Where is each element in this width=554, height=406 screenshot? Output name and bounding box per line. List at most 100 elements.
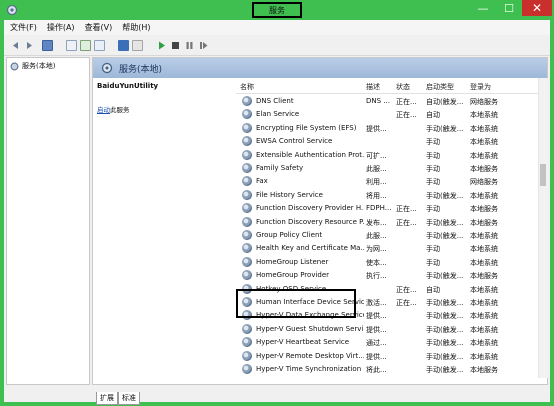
service-logon-as: 本地系统 — [470, 339, 498, 348]
menu-action[interactable]: 操作(A) — [47, 22, 75, 33]
start-service-icon[interactable] — [156, 40, 167, 51]
list-scrollbar[interactable] — [538, 78, 548, 378]
snapin-icon[interactable] — [132, 40, 143, 51]
service-gear-icon — [242, 203, 252, 214]
menu-file[interactable]: 文件(F) — [10, 22, 37, 33]
service-description: FDPH... — [366, 204, 392, 213]
service-logon-as: 本地系统 — [470, 285, 498, 294]
description-pane: BaiduYunUtility 启动此服务 — [93, 78, 229, 378]
column-header-startup-type[interactable]: 启动类型 — [426, 82, 468, 92]
tree-item-label: 服务(本地) — [22, 62, 56, 70]
menu-view[interactable]: 查看(V) — [85, 22, 113, 33]
service-status: 正在... — [396, 98, 417, 106]
column-header-logon-as[interactable]: 登录为 — [470, 82, 520, 92]
table-row[interactable]: Health Key and Certificate Ma... 为网... 手动 本… — [236, 241, 538, 254]
maximize-button[interactable]: ☐ — [498, 0, 520, 16]
service-name: Hyper-V Heartbeat Service — [256, 338, 350, 347]
service-gear-icon — [242, 189, 252, 200]
service-startup-type: 手动 — [426, 165, 440, 173]
table-row[interactable]: Elan Service 正在... 自动 本地系统 — [236, 107, 538, 120]
service-gear-icon — [242, 216, 252, 227]
table-row[interactable]: Function Discovery Provider H... FDPH... 正… — [236, 201, 538, 214]
table-row[interactable]: Hyper-V Guest Shutdown Servi... 提供... 手动(触… — [236, 322, 538, 335]
minimize-button[interactable]: — — [472, 0, 494, 16]
stop-service-icon[interactable] — [170, 40, 181, 51]
start-service-link[interactable]: 启动 — [97, 106, 110, 114]
service-startup-type: 手动(触发... — [426, 218, 464, 227]
service-logon-as: 本地系统 — [470, 245, 498, 254]
service-startup-type: 手动(触发... — [426, 272, 464, 281]
table-row[interactable]: HomeGroup Provider 执行... 手动(触发... 本地服务 — [236, 268, 538, 281]
service-status: 正在... — [396, 111, 417, 120]
table-row[interactable]: File History Service 将用... 手动(触发... 本地系统 — [236, 188, 538, 201]
service-description: 可扩... — [366, 151, 387, 160]
service-description: 提供... — [366, 312, 387, 321]
tab-extended[interactable]: 扩展 — [96, 392, 118, 405]
service-action-line: 启动此服务 — [97, 104, 130, 114]
menu-help[interactable]: 帮助(H) — [122, 22, 150, 33]
properties-icon[interactable] — [66, 40, 77, 51]
service-logon-as: 网络服务 — [470, 98, 498, 106]
service-status: 正在... — [396, 285, 417, 294]
service-gear-icon — [242, 136, 252, 147]
service-name: EWSA Control Service — [256, 137, 333, 146]
service-name: Group Policy Client — [256, 231, 323, 239]
service-logon-as: 本地服务 — [470, 218, 498, 227]
help-icon[interactable] — [118, 40, 129, 51]
table-row[interactable]: Group Policy Client 此服... 手动(触发... 本地系统 — [236, 228, 538, 241]
forward-arrow-icon[interactable] — [24, 40, 35, 51]
table-row[interactable]: Function Discovery Resource P... 发布... 正在.… — [236, 215, 538, 228]
console-tree-icon[interactable] — [42, 40, 53, 51]
pause-service-icon[interactable] — [184, 40, 195, 51]
homegroup-highlight-box — [236, 289, 356, 318]
service-startup-type: 手动(触发... — [426, 124, 464, 133]
service-description: 发布... — [366, 218, 387, 227]
column-header-status[interactable]: 状态 — [396, 82, 422, 92]
service-startup-type: 手动(触发... — [426, 299, 464, 307]
service-startup-type: 手动 — [426, 245, 440, 254]
service-startup-type: 手动 — [426, 258, 440, 267]
service-logon-as: 本地系统 — [470, 258, 498, 267]
service-gear-icon — [242, 270, 252, 281]
service-startup-type: 手动 — [426, 151, 440, 160]
services-app-icon — [6, 4, 18, 16]
service-logon-as: 本地系统 — [470, 138, 498, 147]
table-row[interactable]: Family Safety 此服... 手动 本地服务 — [236, 161, 538, 174]
table-row[interactable]: HomeGroup Listener 使本... 手动 本地系统 — [236, 255, 538, 268]
close-button[interactable]: ✕ — [522, 0, 552, 16]
service-name: Function Discovery Resource P... — [256, 217, 364, 226]
column-header-description[interactable]: 描述 — [366, 82, 392, 92]
service-name: Hyper-V Guest Shutdown Servi... — [256, 324, 364, 333]
service-gear-icon — [242, 243, 252, 254]
column-header-name[interactable]: 名称 — [240, 82, 362, 92]
service-name: Elan Service — [256, 110, 300, 119]
service-description: 激活... — [366, 299, 387, 307]
table-row[interactable]: Hyper-V Remote Desktop Virt... 提供... 手动(触发… — [236, 349, 538, 362]
refresh-icon[interactable] — [80, 40, 91, 51]
table-row[interactable]: DNS Client DNS ... 正在... 自动(触发... 网络服务 — [236, 94, 538, 107]
back-arrow-icon[interactable] — [10, 40, 21, 51]
service-startup-type: 手动(触发... — [426, 339, 464, 348]
table-row[interactable]: Encrypting File System (EFS) 提供... 手动(触发..… — [236, 121, 538, 134]
table-row[interactable]: Hyper-V Time Synchronization ... 将此... 手动(… — [236, 362, 538, 375]
scrollbar-thumb[interactable] — [540, 164, 546, 186]
console-tree: 服务(本地) — [6, 57, 90, 385]
service-gear-icon — [242, 256, 252, 267]
tab-standard[interactable]: 标准 — [118, 392, 140, 405]
service-startup-type: 手动 — [426, 178, 440, 187]
service-logon-as: 网络服务 — [470, 178, 498, 187]
table-row[interactable]: Extensible Authentication Prot... 可扩... 手动… — [236, 148, 538, 161]
restart-service-icon[interactable] — [198, 40, 209, 51]
services-panel: 服务(本地) BaiduYunUtility 启动此服务 名称 描述 状态 启动… — [92, 57, 548, 385]
tree-item-services-local[interactable]: 服务(本地) — [10, 61, 55, 71]
table-row[interactable]: Hyper-V Heartbeat Service 通过... 手动(触发... 本地… — [236, 335, 538, 348]
service-logon-as: 本地系统 — [470, 325, 498, 334]
service-startup-type: 手动 — [426, 138, 440, 147]
table-row[interactable]: EWSA Control Service 手动 本地系统 — [236, 134, 538, 147]
export-list-icon[interactable] — [94, 40, 105, 51]
service-logon-as: 本地服务 — [470, 366, 498, 374]
table-row[interactable]: Fax 利用... 手动 网络服务 — [236, 174, 538, 187]
toolbar — [4, 36, 550, 56]
status-bar — [4, 386, 550, 402]
service-logon-as: 本地系统 — [470, 111, 498, 120]
